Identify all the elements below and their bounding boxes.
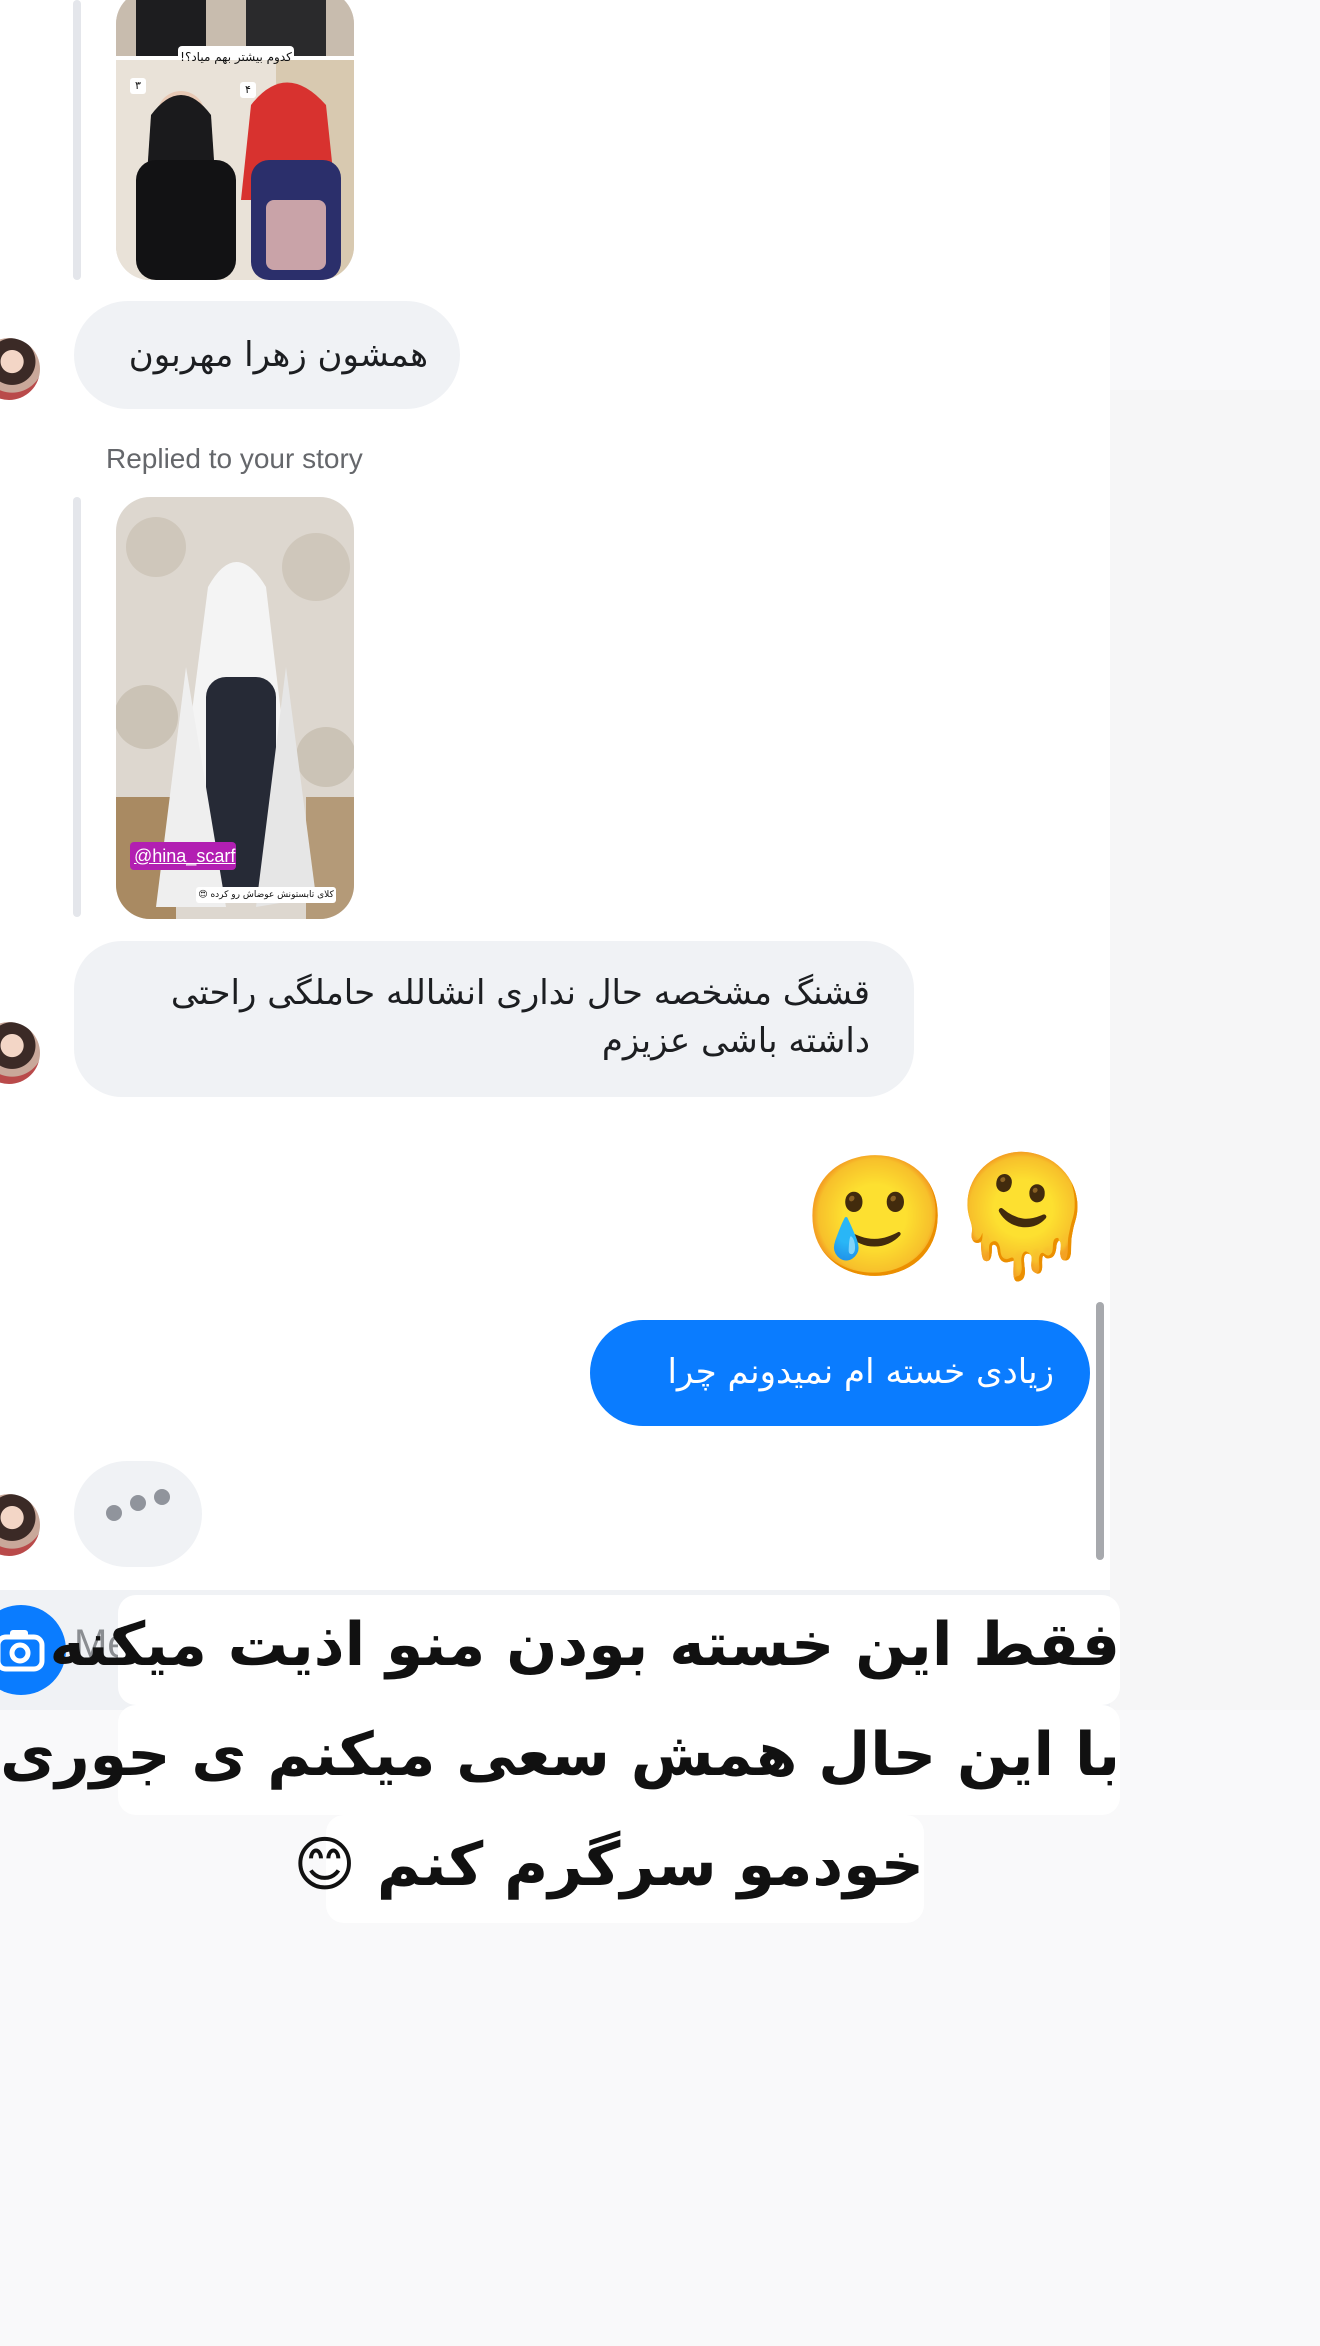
message-bubble-sent[interactable]: زیادی خسته ام نمیدونم چرا (590, 1320, 1090, 1426)
story-option-right: ۴ (245, 83, 251, 96)
story-image-top (116, 0, 354, 280)
replied-to-story-label: Replied to your story (106, 443, 363, 474)
story-question-text: کدوم بیشتر بهم میاد؟! (180, 50, 292, 64)
overlay-caption-text: با این حال همش سعی میکنم ی جوری (0, 1720, 1120, 1790)
message-text-line-1: قشنگ مشخصه حال نداری انشالله حاملگی راحت… (170, 973, 870, 1013)
scrollbar[interactable] (1096, 1302, 1104, 1560)
overlay-caption-line-3: خودمو سرگرم کنم 😊 (293, 1815, 924, 1923)
message-bubble-received[interactable]: قشنگ مشخصه حال نداری انشالله حاملگی راحت… (74, 941, 914, 1097)
message-text: همشون زهرا مهربون (128, 335, 428, 375)
reply-quote-line (73, 0, 81, 280)
story-mention-tag: @hina_scarf (134, 846, 236, 866)
emoji-message[interactable]: 🥲🫠 (796, 1146, 1096, 1286)
story-caption-text: کلای تابستونش عوضاش رو کرده 😍 (198, 890, 334, 900)
overlay-caption-line-1: فقط این خسته بودن منو اذیت میکنه (49, 1595, 1120, 1705)
story-thumbnail-top[interactable]: کدوم بیشتر بهم میاد؟! ۳ ۴ (116, 0, 354, 280)
overlay-caption-line-2: با این حال همش سعی میکنم ی جوری (0, 1705, 1120, 1815)
message-text: زیادی خسته ام نمیدونم چرا (667, 1352, 1054, 1392)
typing-dot (130, 1495, 146, 1511)
reply-quote-line (73, 497, 81, 917)
typing-indicator (74, 1461, 202, 1567)
story-thumbnail[interactable]: @hina_scarf کلای تابستونش عوضاش رو کرده … (116, 497, 354, 919)
screen: کدوم بیشتر بهم میاد؟! ۳ ۴ همشون زهرا مهر… (0, 0, 1320, 2346)
overlay-caption-text: خودمو سرگرم کنم 😊 (293, 1830, 924, 1900)
typing-dot (106, 1505, 122, 1521)
message-text-line-2: داشته باشی عزیزم (601, 1021, 870, 1061)
overlay-caption-text: فقط این خسته بودن منو اذیت میکنه (49, 1610, 1120, 1680)
message-bubble-received[interactable]: همشون زهرا مهربون (74, 301, 460, 409)
typing-dot (154, 1489, 170, 1505)
story-option-left: ۳ (135, 79, 141, 92)
